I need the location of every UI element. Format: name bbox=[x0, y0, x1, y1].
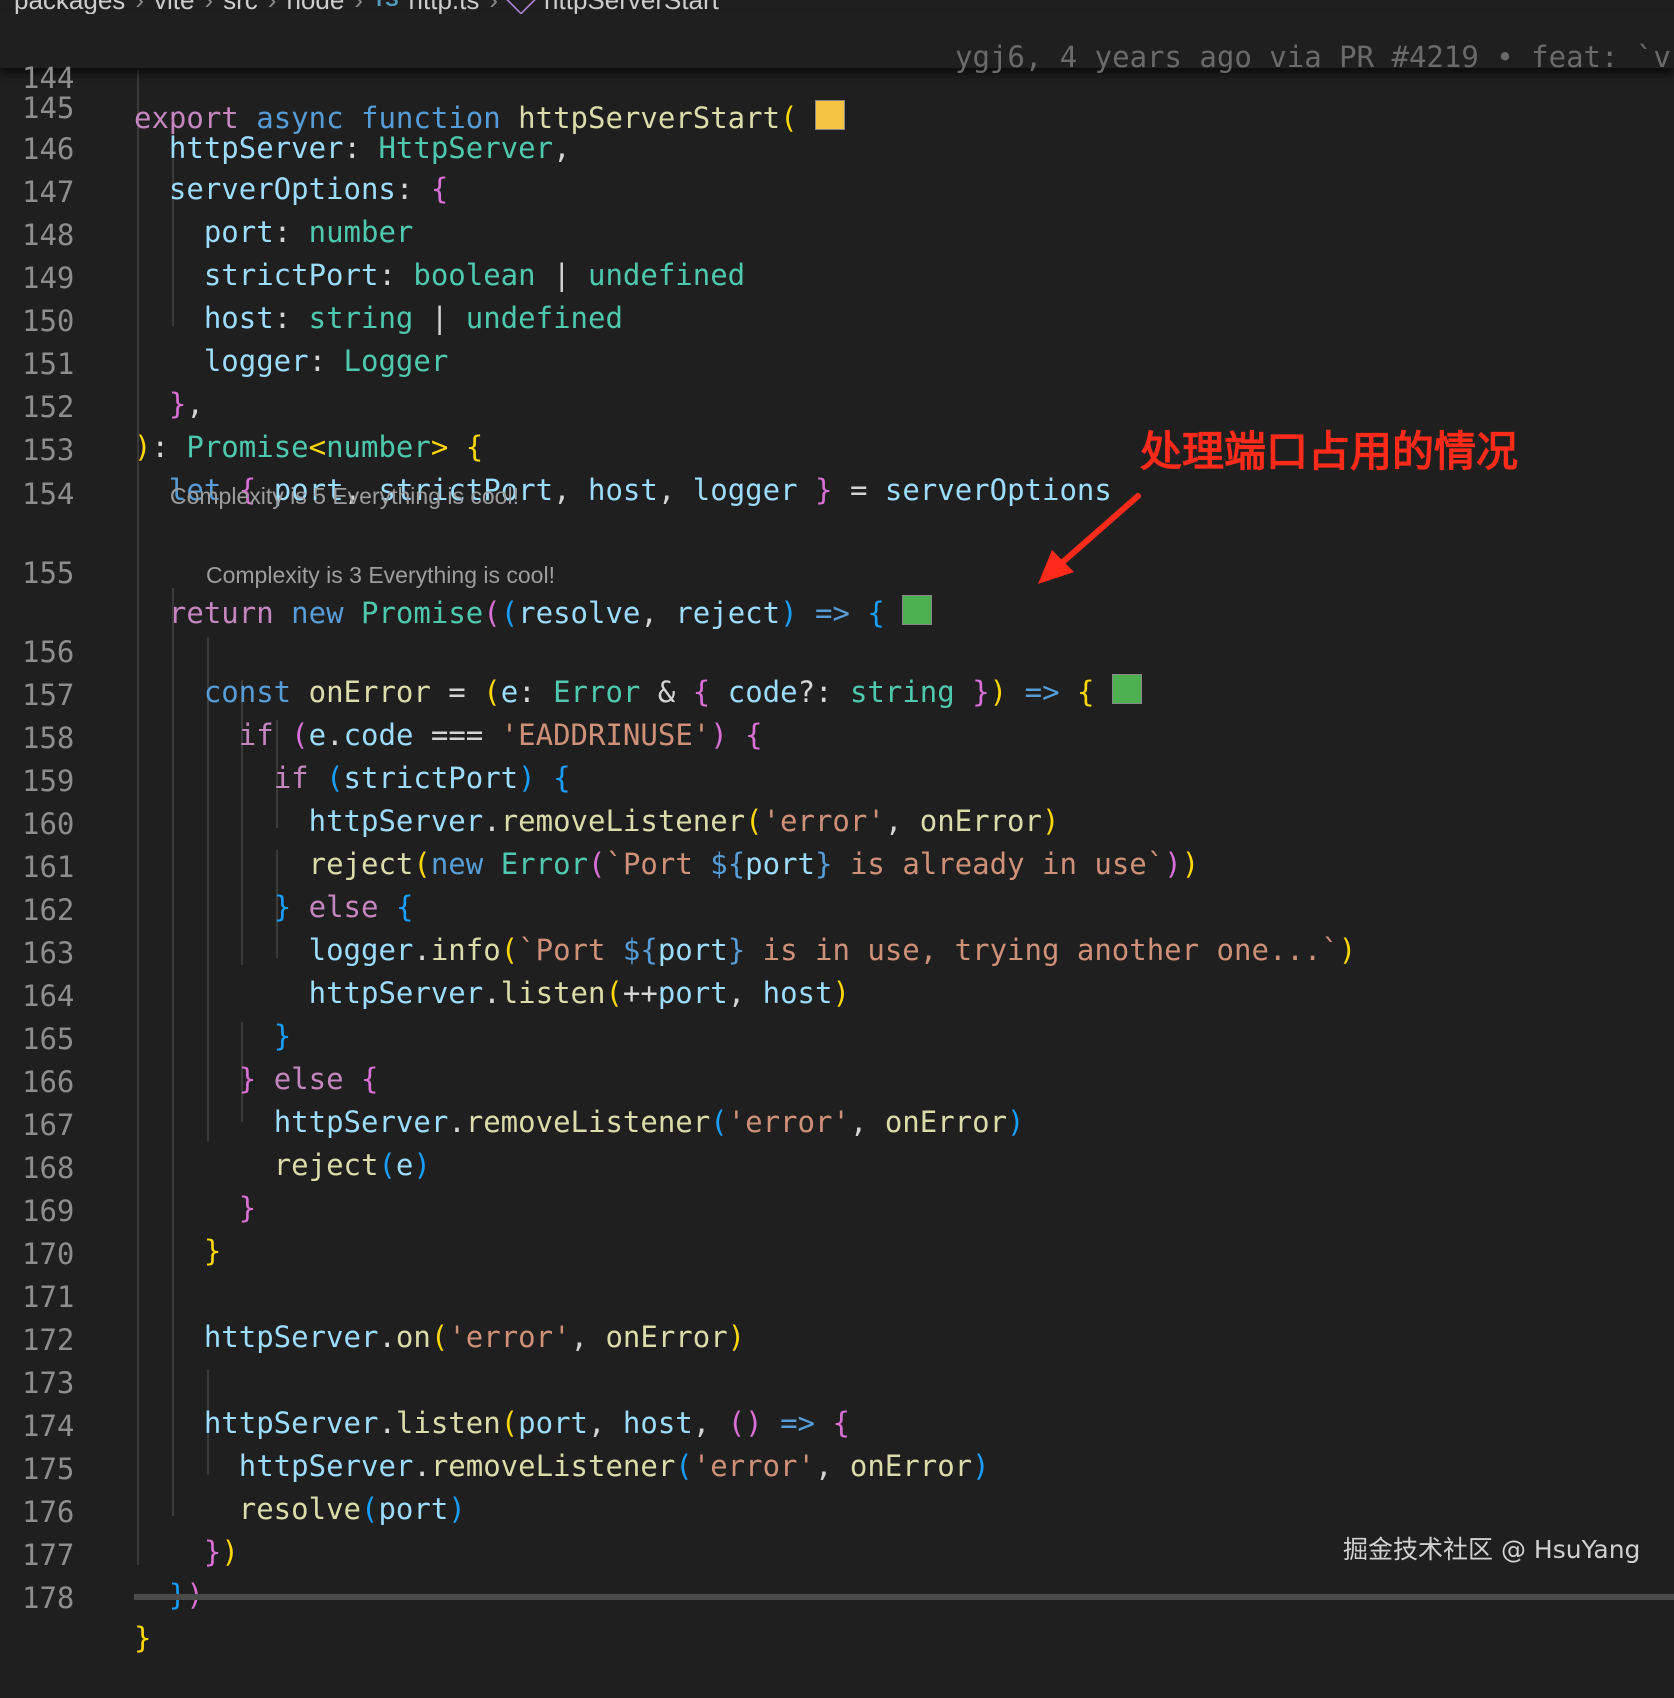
code-line: 157 if (e.code === 'EADDRINUSE') { bbox=[0, 635, 1674, 752]
code-line: 176 }) bbox=[0, 1452, 1674, 1569]
code-line: 148 strictPort: boolean | undefined bbox=[0, 175, 1674, 292]
horizontal-scrollbar[interactable] bbox=[134, 1594, 1674, 1600]
sticky-scroll-header[interactable]: 144 export async function httpServerStar… bbox=[0, 14, 1674, 135]
code-text: } bbox=[134, 1621, 152, 1655]
code-line: 163 httpServer.listen(++port, host) bbox=[0, 893, 1674, 1010]
code-line: 155 return new Promise((resolve, reject)… bbox=[0, 513, 1674, 630]
code-line: 161 } else { bbox=[0, 807, 1674, 924]
code-line: 160 reject(new Error(`Port ${port} is al… bbox=[0, 764, 1674, 881]
code-line: 166 httpServer.removeListener('error', o… bbox=[0, 1022, 1674, 1139]
code-line: 159 httpServer.removeListener('error', o… bbox=[0, 721, 1674, 838]
code-line: 156 const onError = (e: Error & { code?:… bbox=[0, 592, 1674, 709]
code-line: 158 if (strictPort) { bbox=[0, 678, 1674, 795]
code-line: 165 } else { bbox=[0, 979, 1674, 1096]
code-line: 164 } bbox=[0, 936, 1674, 1053]
code-line: 171 httpServer.on('error', onError) bbox=[0, 1237, 1674, 1354]
breadcrumb: packages › vite › src › node › TS http.t… bbox=[14, 0, 719, 15]
code-line: 172 bbox=[0, 1280, 1674, 1357]
annotation-text: 处理端口占用的情况 bbox=[1140, 427, 1519, 476]
line-number: 144 bbox=[22, 61, 75, 95]
line-number: 155 bbox=[22, 556, 75, 590]
git-blame-annotation: ygj6, 4 years ago via PR #4219 • feat: `… bbox=[955, 40, 1671, 74]
code-lens-complexity[interactable]: Complexity is 3 Everything is cool! bbox=[206, 562, 555, 589]
code-line: 174 httpServer.removeListener('error', o… bbox=[0, 1366, 1674, 1483]
code-line: 147 port: number bbox=[0, 132, 1674, 249]
ts-file-icon: TS bbox=[373, 0, 399, 12]
code-line: 168 } bbox=[0, 1108, 1674, 1225]
status-square-yellow bbox=[815, 100, 846, 130]
code-lens-complexity[interactable]: Complexity is 5 Everything is cool! bbox=[170, 483, 519, 510]
code-line: 169 } bbox=[0, 1151, 1674, 1268]
code-line: 151 }, bbox=[0, 304, 1674, 421]
method-cube-icon bbox=[506, 0, 536, 15]
code-editor[interactable]: packages › vite › src › node › TS http.t… bbox=[0, 0, 1674, 1655]
code-line: 152 ): Promise<number> { bbox=[0, 347, 1674, 464]
line-number: 178 bbox=[22, 1581, 75, 1615]
code-line: 173 httpServer.listen(port, host, () => … bbox=[0, 1323, 1674, 1440]
line-number: 154 bbox=[22, 477, 75, 511]
code-line: 149 host: string | undefined bbox=[0, 218, 1674, 335]
code-line: 170 bbox=[0, 1194, 1674, 1271]
code-line: 177 }) bbox=[0, 1495, 1674, 1612]
code-line: 175 resolve(port) bbox=[0, 1409, 1674, 1526]
code-line: 162 logger.info(`Port ${port} is in use,… bbox=[0, 850, 1674, 967]
red-arrow-icon bbox=[1038, 493, 1141, 584]
code-line: 167 reject(e) bbox=[0, 1065, 1674, 1182]
code-line: 150 logger: Logger bbox=[0, 261, 1674, 378]
code-text: export async function httpServerStart( bbox=[134, 98, 846, 138]
watermark: 掘金技术社区 @ HsuYang bbox=[1343, 1535, 1641, 1564]
